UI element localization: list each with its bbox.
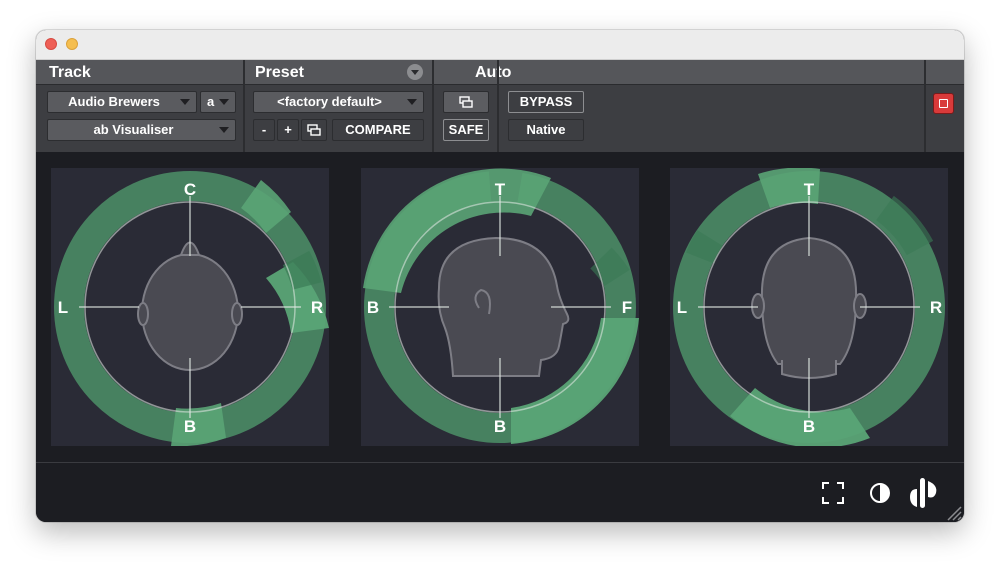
visualiser-panel-side: T B F B <box>361 168 639 446</box>
direction-label-right: R <box>930 298 942 317</box>
compare-button[interactable]: COMPARE <box>332 119 424 141</box>
direction-label-left: L <box>677 298 687 317</box>
top-view-graphic: C L R B <box>54 171 329 446</box>
preset-copy-button[interactable] <box>301 119 327 141</box>
side-view-graphic: T B F B <box>363 168 639 444</box>
close-window-button[interactable] <box>45 38 57 50</box>
section-divider <box>497 60 499 152</box>
direction-label-bottom: B <box>494 417 506 436</box>
direction-label-left: B <box>367 298 379 317</box>
head-front-icon <box>751 236 867 379</box>
bypass-button[interactable]: BYPASS <box>508 91 584 113</box>
direction-label-top: T <box>495 180 506 199</box>
visualiser-panel-top: C L R B <box>51 168 329 446</box>
preset-next-button[interactable]: + <box>277 119 299 141</box>
plugin-window: Track Preset Auto Audio Brewers a ab Vis… <box>36 30 964 522</box>
visualiser-area: C L R B T B F B T L R B <box>36 152 964 462</box>
auto-section-title: Auto <box>475 64 512 81</box>
plugin-insert-dropdown[interactable]: ab Visualiser <box>47 119 236 141</box>
auto-copy-button[interactable] <box>443 91 489 113</box>
track-name-dropdown[interactable]: Audio Brewers <box>47 91 197 113</box>
resize-handle-icon[interactable] <box>946 505 962 521</box>
plugin-power-icon[interactable] <box>933 93 954 114</box>
preset-previous-button[interactable]: - <box>253 119 275 141</box>
track-section-title: Track <box>49 64 91 81</box>
copy-settings-icon <box>459 96 473 108</box>
direction-label-top: T <box>804 180 815 199</box>
minimize-window-button[interactable] <box>66 38 78 50</box>
preset-section-title: Preset <box>255 64 304 81</box>
direction-label-right: F <box>622 298 632 317</box>
direction-label-bottom: B <box>184 417 196 436</box>
contrast-icon[interactable] <box>868 481 892 505</box>
native-indicator: Native <box>508 119 584 141</box>
safe-button[interactable]: SAFE <box>443 119 489 141</box>
direction-label-top: C <box>184 180 196 199</box>
section-divider <box>924 60 926 152</box>
direction-label-left: L <box>58 298 68 317</box>
direction-label-right: R <box>311 298 323 317</box>
visualiser-panel-front: T L R B <box>670 168 948 446</box>
copy-settings-icon <box>307 124 321 136</box>
audio-brewers-logo-icon <box>910 478 937 508</box>
plugin-header: Track Preset Auto Audio Brewers a ab Vis… <box>36 60 964 152</box>
preset-name-dropdown[interactable]: <factory default> <box>253 91 424 113</box>
track-channel-dropdown[interactable]: a <box>200 91 236 113</box>
title-bar <box>36 30 964 60</box>
section-divider <box>243 60 245 152</box>
head-top-icon <box>137 241 243 371</box>
head-side-icon <box>437 236 570 377</box>
section-divider <box>432 60 434 152</box>
header-title-row: Track Preset Auto <box>36 60 964 85</box>
front-view-graphic: T L R B <box>673 168 945 446</box>
plugin-footer <box>36 462 964 522</box>
preset-menu-chevron-down-icon[interactable] <box>407 64 423 80</box>
fullscreen-icon[interactable] <box>821 481 845 505</box>
direction-label-bottom: B <box>803 417 815 436</box>
